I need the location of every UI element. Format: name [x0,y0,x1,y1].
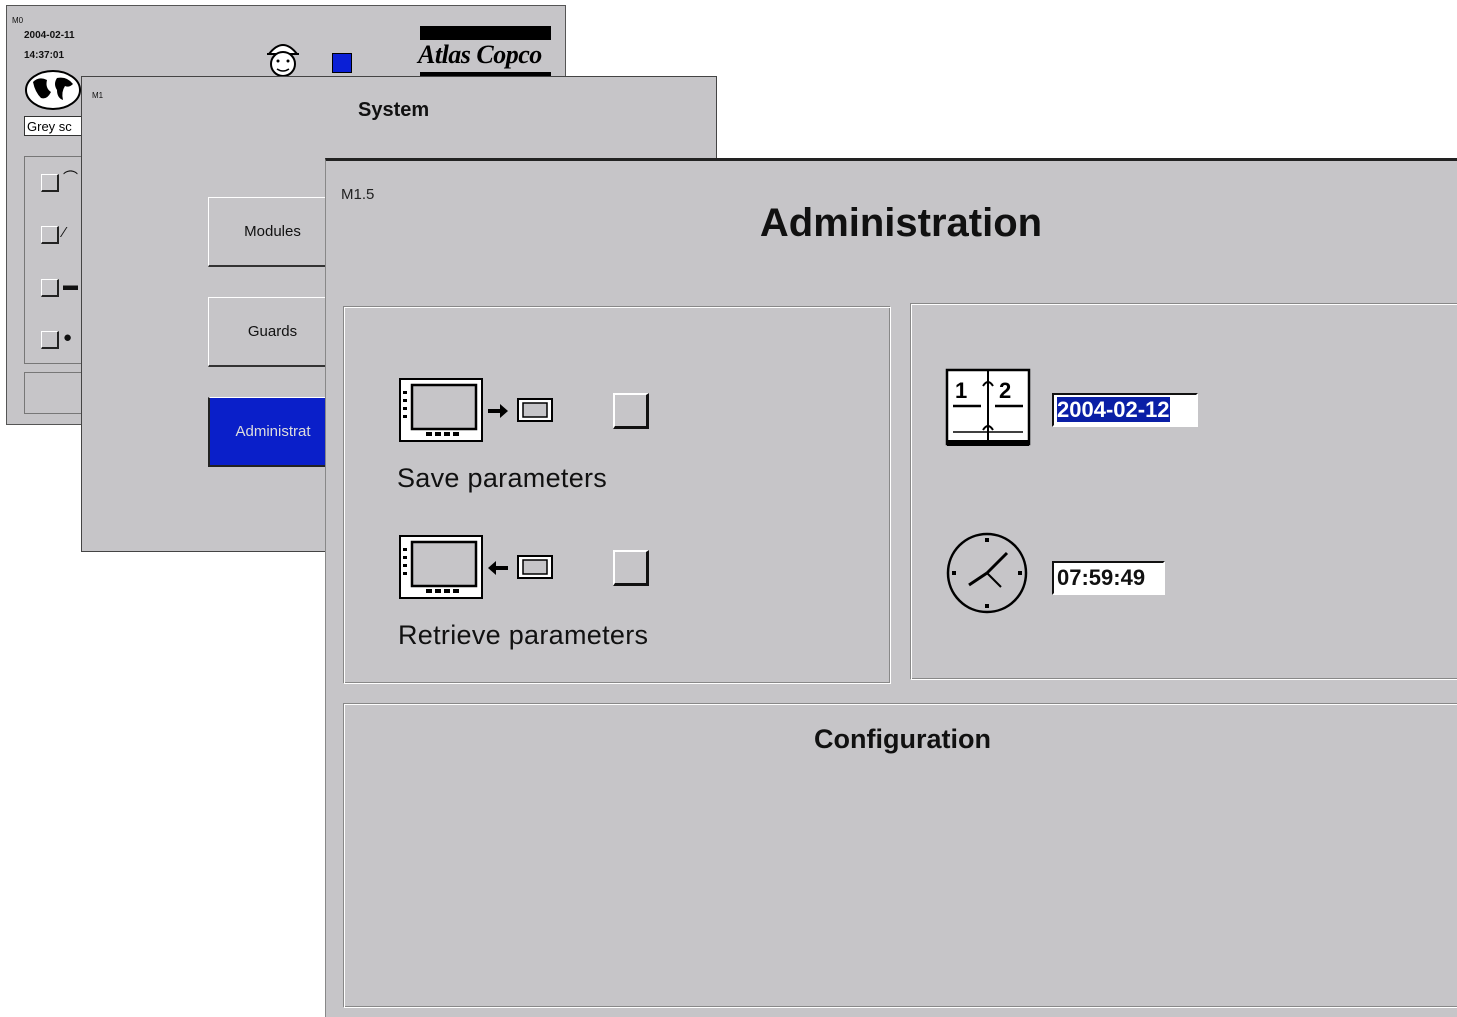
globe-icon[interactable] [25,70,81,110]
parameters-panel: Save parameters Retrieve parameters [343,306,891,684]
option-checkbox-3[interactable] [41,279,59,297]
date-readout: 2004-02-11 [24,30,75,41]
configuration-panel: Configuration [343,703,1457,1008]
time-input[interactable]: 07:59:49 [1052,561,1165,595]
option-checkbox-1[interactable] [41,174,59,192]
atlas-copco-logo: Atlas Copco [418,40,542,69]
save-parameters-checkbox[interactable] [613,393,649,429]
configuration-title: Configuration [814,724,991,754]
window-m15: M1.5 Administration Save parameters Retr… [325,158,1457,1017]
operator-head-icon[interactable] [263,36,303,80]
option-checkbox-4[interactable] [41,331,59,349]
option-icon-2: ⁄ [63,224,66,241]
svg-text:1: 1 [955,378,967,403]
status-indicator [332,53,352,73]
calendar-icon: 1 2 [945,368,1031,446]
option-icon-1: ⌒ [63,170,79,187]
option-icon-3: ▬ [63,277,78,294]
clock-icon [946,532,1028,614]
date-time-panel: 1 2 2004-02-12 07:59:49 [910,303,1457,680]
administration-button[interactable]: Administrat [208,397,338,467]
date-input[interactable]: 2004-02-12 [1052,393,1198,427]
logo-bar-top [420,26,551,40]
retrieve-parameters-label: Retrieve parameters [398,620,649,650]
time-value: 07:59:49 [1057,565,1146,590]
guards-button[interactable]: Guards [208,297,338,367]
window-id: M1 [92,91,104,100]
retrieve-parameters-checkbox[interactable] [613,550,649,586]
date-value: 2004-02-12 [1057,397,1170,422]
option-checkbox-2[interactable] [41,226,59,244]
save-to-card-icon[interactable] [398,377,568,447]
save-parameters-label: Save parameters [397,463,608,493]
svg-text:2: 2 [999,378,1011,403]
time-readout: 14:37:01 [24,50,65,61]
option-icon-4: ● [63,329,73,346]
page-title: System [358,99,430,121]
window-id: M0 [12,16,24,25]
retrieve-from-card-icon[interactable] [398,534,568,604]
page-title: Administration [759,201,1043,245]
modules-button[interactable]: Modules [208,197,338,267]
